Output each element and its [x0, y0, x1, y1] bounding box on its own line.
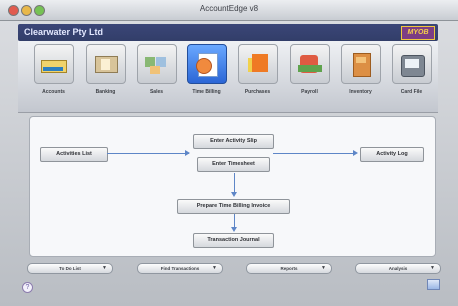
command-label: Payroll	[301, 89, 318, 95]
company-name: Clearwater Pty Ltd	[24, 27, 104, 37]
activity-log-button[interactable]: Activity Log	[360, 147, 424, 162]
command-label: Banking	[95, 89, 116, 95]
activities-list-button[interactable]: Activities List	[40, 147, 108, 162]
command-banking[interactable]: Banking	[83, 44, 128, 95]
command-label: Time Billing	[192, 89, 221, 95]
title-bar: AccountEdge v8	[0, 0, 458, 21]
enter-activity-slip-button[interactable]: Enter Activity Slip	[193, 134, 274, 149]
flow-arrow-line	[234, 173, 235, 193]
command-inventory[interactable]: Inventory	[338, 44, 383, 95]
command-label: Inventory	[349, 89, 372, 95]
inventory-icon	[340, 44, 381, 84]
flow-arrow-down-icon	[231, 192, 237, 197]
find-transactions-dropdown[interactable]: Find Transactions ▼	[137, 263, 223, 274]
dropdown-label: Find Transactions	[160, 266, 200, 271]
purchases-icon	[237, 44, 278, 84]
card-file-icon	[391, 44, 432, 84]
flow-arrow-line	[234, 214, 235, 228]
chevron-down-icon: ▼	[430, 265, 435, 271]
dropdown-label: Analysis	[388, 266, 408, 271]
flow-arrow-down-icon	[231, 227, 237, 232]
dropdown-label: To Do List	[59, 266, 81, 271]
analysis-dropdown[interactable]: Analysis ▼	[355, 263, 441, 274]
transaction-journal-button[interactable]: Transaction Journal	[193, 233, 274, 248]
command-payroll[interactable]: Payroll	[287, 44, 332, 95]
command-label: Sales	[149, 89, 164, 95]
time-billing-icon	[186, 44, 227, 84]
flow-arrow-right-icon	[353, 150, 358, 156]
accounts-icon	[33, 44, 74, 84]
time-billing-flow-panel: Activities List Enter Activity Slip Ente…	[29, 116, 436, 257]
command-sales[interactable]: Sales	[134, 44, 179, 95]
flow-arrow-line	[273, 153, 356, 154]
payroll-icon	[289, 44, 330, 84]
chevron-down-icon: ▼	[102, 265, 107, 271]
flow-arrow-right-icon	[185, 150, 190, 156]
to-do-list-dropdown[interactable]: To Do List ▼	[27, 263, 113, 274]
window-corner-icon[interactable]	[427, 279, 440, 290]
command-purchases[interactable]: Purchases	[235, 44, 280, 95]
command-card-file[interactable]: Card File	[389, 44, 434, 95]
flow-arrow-line	[107, 153, 189, 154]
dropdown-label: Reports	[280, 266, 298, 271]
app-window: AccountEdge v8 Clearwater Pty Ltd MYOB A…	[0, 0, 458, 306]
banking-icon	[85, 44, 126, 84]
command-label: Purchases	[244, 89, 271, 95]
enter-timesheet-button[interactable]: Enter Timesheet	[197, 157, 270, 172]
command-label: Card File	[400, 89, 423, 95]
command-label: Accounts	[42, 89, 65, 95]
prepare-time-billing-invoice-button[interactable]: Prepare Time Billing Invoice	[177, 199, 290, 214]
myob-logo: MYOB	[401, 26, 435, 40]
reports-dropdown[interactable]: Reports ▼	[246, 263, 332, 274]
window-title: AccountEdge v8	[199, 4, 259, 13]
help-icon[interactable]: ?	[22, 282, 33, 293]
chevron-down-icon: ▼	[321, 265, 326, 271]
chevron-down-icon: ▼	[212, 265, 217, 271]
sales-icon	[136, 44, 177, 84]
command-time-billing[interactable]: Time Billing	[184, 44, 229, 95]
command-accounts[interactable]: Accounts	[31, 44, 76, 95]
